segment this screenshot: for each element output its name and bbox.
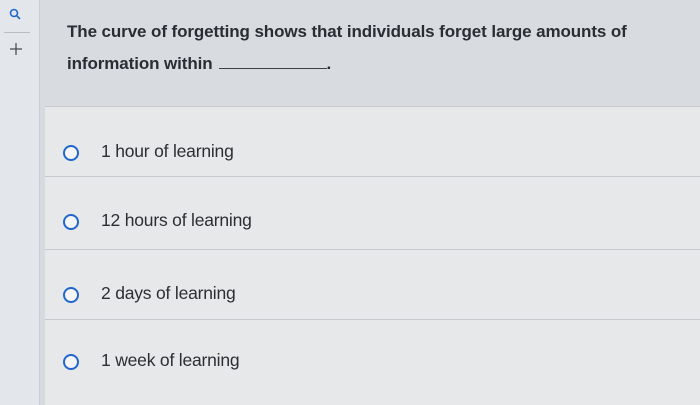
left-rail xyxy=(0,0,40,405)
radio-button[interactable] xyxy=(63,354,79,370)
radio-button[interactable] xyxy=(63,287,79,303)
option-label: 1 hour of learning xyxy=(101,141,234,161)
search-icon[interactable] xyxy=(7,6,23,22)
question-line-2-text: information within xyxy=(67,54,213,73)
option-label: 12 hours of learning xyxy=(101,210,252,230)
rail-divider xyxy=(4,32,30,33)
question-panel: The curve of forgetting shows that indiv… xyxy=(41,0,700,405)
option-3[interactable]: 2 days of learning xyxy=(45,249,700,319)
option-label: 1 week of learning xyxy=(101,350,240,370)
option-2[interactable]: 12 hours of learning xyxy=(45,176,700,249)
plus-icon[interactable] xyxy=(7,40,25,58)
blank-suffix: . xyxy=(326,54,332,73)
question-area: The curve of forgetting shows that indiv… xyxy=(41,0,700,106)
question-line-2: information within. xyxy=(67,48,687,80)
radio-button[interactable] xyxy=(63,145,79,161)
answer-blank xyxy=(218,54,327,69)
question-line-1: The curve of forgetting shows that indiv… xyxy=(67,22,627,41)
option-1[interactable]: 1 hour of learning xyxy=(45,106,700,176)
radio-button[interactable] xyxy=(63,214,79,230)
option-4[interactable]: 1 week of learning xyxy=(45,319,700,405)
question-text: The curve of forgetting shows that indiv… xyxy=(67,16,687,80)
option-label: 2 days of learning xyxy=(101,283,236,303)
